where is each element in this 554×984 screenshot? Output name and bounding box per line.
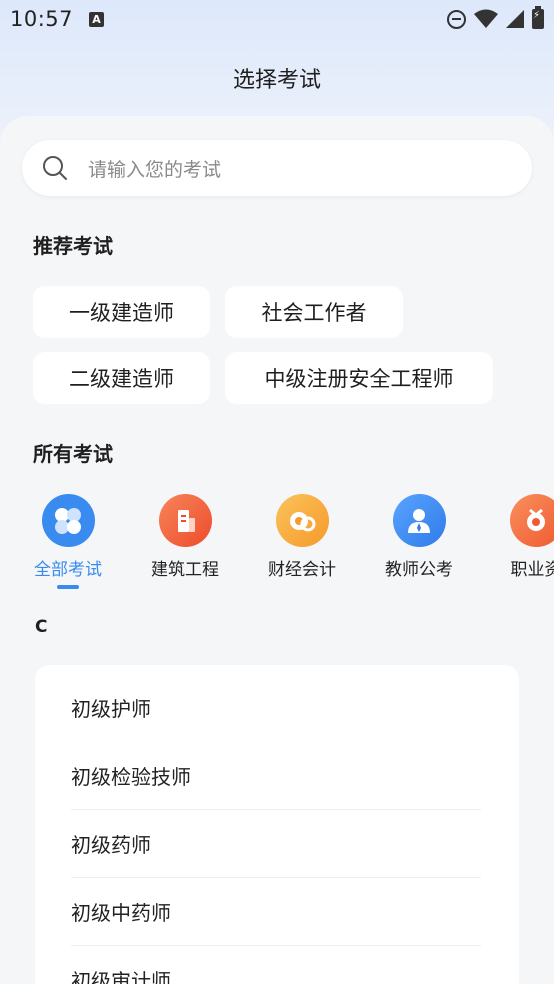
chip-second-class-constructor[interactable]: 二级建造师 <box>33 352 210 404</box>
category-label: 财经会计 <box>268 560 336 580</box>
status-bar: 10:57 A <box>0 0 554 38</box>
four-petal-icon <box>41 494 95 547</box>
coin-icon <box>275 494 329 547</box>
certificate-icon <box>509 494 554 547</box>
category-finance-accounting[interactable]: 财经会计 <box>252 494 352 580</box>
list-item[interactable]: 初级审计师 <box>71 945 481 984</box>
battery-charging-icon <box>532 6 544 29</box>
active-tab-indicator <box>57 585 79 589</box>
category-construction[interactable]: 建筑工程 <box>135 494 235 580</box>
category-all-exams[interactable]: 全部考试 <box>18 494 118 589</box>
building-icon <box>158 494 212 547</box>
search-placeholder: 请输入您的考试 <box>88 158 222 181</box>
category-vocational-qualification[interactable]: 职业资 <box>486 494 554 580</box>
chip-safety-engineer[interactable]: 中级注册安全工程师 <box>225 352 493 404</box>
teacher-icon <box>392 494 446 547</box>
search-input[interactable]: 请输入您的考试 <box>22 140 532 196</box>
all-exams-title: 所有考试 <box>33 442 113 466</box>
accessibility-a-icon: A <box>89 11 105 27</box>
category-teacher-civil-service[interactable]: 教师公考 <box>369 494 469 580</box>
category-label: 全部考试 <box>34 560 102 580</box>
page-title: 选择考试 <box>232 68 321 93</box>
chip-social-worker[interactable]: 社会工作者 <box>225 286 403 338</box>
category-label: 职业资 <box>510 560 554 580</box>
list-item[interactable]: 初级中药师 <box>71 877 481 945</box>
chip-first-class-constructor[interactable]: 一级建造师 <box>33 286 210 338</box>
list-item[interactable]: 初级护师 <box>71 673 481 741</box>
exam-list: 初级护师 初级检验技师 初级药师 初级中药师 初级审计师 <box>35 665 519 984</box>
category-label: 建筑工程 <box>151 560 219 580</box>
search-icon <box>42 155 68 181</box>
cell-signal-icon <box>506 10 524 28</box>
do-not-disturb-icon <box>447 9 466 29</box>
index-letter: C <box>35 617 48 637</box>
status-time: 10:57 <box>10 7 74 31</box>
list-item[interactable]: 初级药师 <box>71 809 481 877</box>
list-item[interactable]: 初级检验技师 <box>71 741 481 809</box>
wifi-icon <box>474 9 498 28</box>
recommended-title: 推荐考试 <box>33 234 113 258</box>
category-label: 教师公考 <box>385 560 453 580</box>
